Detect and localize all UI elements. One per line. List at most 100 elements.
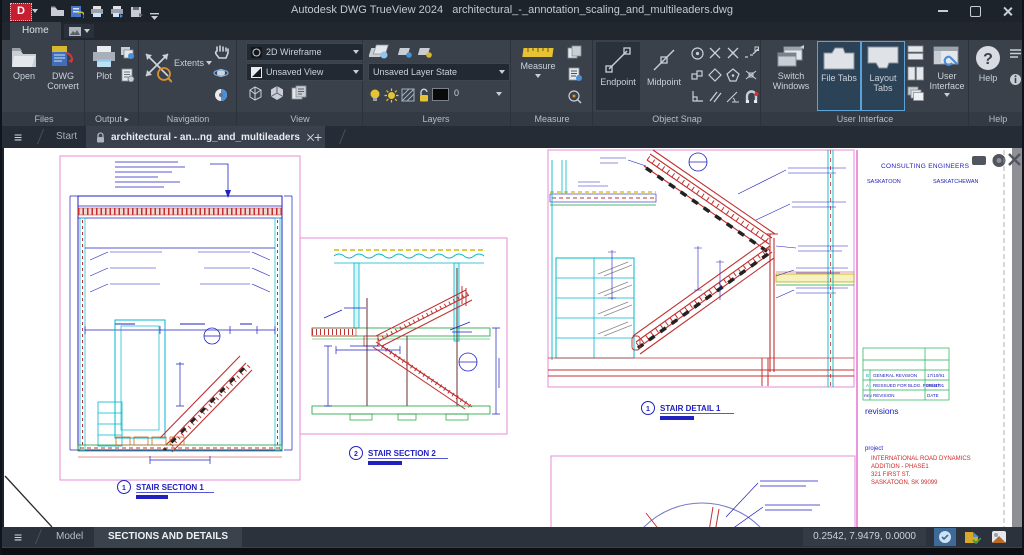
- info-icon[interactable]: [1006, 70, 1024, 88]
- svg-text:ADDITION - PHASE1: ADDITION - PHASE1: [871, 464, 929, 470]
- svg-text:2: 2: [354, 451, 358, 458]
- new-tab-button[interactable]: +: [314, 126, 322, 148]
- layer-properties-icon[interactable]: [368, 42, 390, 60]
- layout-tabs-button[interactable]: Layout Tabs: [862, 42, 904, 110]
- close-button[interactable]: [992, 0, 1022, 22]
- tab-layout-active[interactable]: SECTIONS AND DETAILS: [94, 527, 242, 547]
- panel-label-navigation: Navigation: [140, 113, 236, 126]
- panel-label-user-interface: User Interface: [762, 113, 968, 126]
- snap-endpoint-button[interactable]: Endpoint: [596, 42, 640, 110]
- svg-text:1: 1: [122, 485, 126, 492]
- snap-extension-icon[interactable]: [742, 44, 760, 62]
- file-tab-bar: ≡ Start architectural - an...ng_and_mult…: [2, 126, 1022, 148]
- project-label: project: [865, 446, 883, 452]
- help-button[interactable]: ? Help: [972, 42, 1004, 110]
- orbit-icon[interactable]: [212, 64, 230, 82]
- layer-state-select[interactable]: Unsaved Layer State: [368, 63, 510, 81]
- batch-plot-icon[interactable]: [118, 44, 136, 62]
- user-interface-button[interactable]: User Interface: [926, 42, 968, 110]
- snap-center-icon[interactable]: [688, 44, 706, 62]
- snap-insertion-icon[interactable]: [688, 66, 706, 84]
- endpoint-icon: [603, 45, 633, 75]
- snap-apparent-icon[interactable]: [724, 88, 742, 106]
- panel-navigation: Extents Navigation: [140, 40, 237, 126]
- snap-nearest-icon[interactable]: [742, 66, 760, 84]
- tab-model[interactable]: Model: [48, 527, 91, 547]
- tile-horizontally-icon[interactable]: [906, 43, 924, 61]
- list-measure-icon[interactable]: [566, 65, 584, 83]
- panel-label-files: Files: [4, 113, 84, 126]
- annotation-scale-icon[interactable]: [960, 528, 984, 546]
- layer-thaw-sun-icon[interactable]: [382, 86, 400, 104]
- drawing-canvas[interactable]: .pk{stroke:#e896d8;fill:none;stroke-widt…: [4, 148, 1024, 527]
- annotation-monitor-icon[interactable]: [934, 528, 956, 546]
- view-cube-icon[interactable]: [246, 84, 264, 102]
- tile-vertically-icon[interactable]: [906, 64, 924, 82]
- snap-parallel-icon[interactable]: [706, 88, 724, 106]
- snap-magnet-icon[interactable]: [742, 88, 760, 106]
- pan-icon[interactable]: [212, 42, 230, 60]
- area-measure-icon[interactable]: [566, 87, 584, 105]
- sheet-set-icon[interactable]: [290, 84, 308, 102]
- open-folder-icon: [10, 45, 38, 69]
- plot-button[interactable]: Plot: [88, 42, 120, 110]
- measure-label: Measure: [520, 61, 555, 71]
- workspace-dropdown[interactable]: [64, 24, 94, 38]
- snap-midpoint-button[interactable]: Midpoint: [642, 42, 686, 110]
- dwg-convert-button[interactable]: DWG Convert: [44, 42, 82, 110]
- tab-active-document[interactable]: architectural - an...ng_and_multileaders: [86, 126, 325, 148]
- status-menu-icon[interactable]: ≡: [14, 529, 22, 545]
- window-bottom-edge: [2, 547, 1022, 555]
- visual-style-icon: [251, 47, 262, 58]
- coordinates-readout: 0.2542, 7.9479, 0.0000: [803, 528, 926, 546]
- snap-quadrant-icon[interactable]: [706, 66, 724, 84]
- switch-windows-button[interactable]: Switch Windows: [768, 42, 814, 110]
- tab-home[interactable]: Home: [10, 22, 61, 40]
- svg-text:B: B: [866, 373, 869, 378]
- svg-text:STAIR SECTION 2: STAIR SECTION 2: [368, 449, 436, 458]
- file-tabs-button[interactable]: File Tabs: [818, 42, 860, 110]
- snap-perpendicular-icon[interactable]: [688, 88, 706, 106]
- open-label: Open: [13, 71, 35, 81]
- file-tab-menu-icon[interactable]: ≡: [14, 129, 22, 145]
- help-icon: ?: [975, 45, 1001, 71]
- svg-text:DATE: DATE: [927, 393, 939, 398]
- help-list-icon[interactable]: [1006, 44, 1024, 62]
- export-pdf-icon[interactable]: [118, 66, 136, 84]
- snap-node-icon[interactable]: [706, 44, 724, 62]
- layer-color-swatch[interactable]: [432, 88, 449, 101]
- image-icon: [69, 27, 81, 36]
- viewport-minimize-icon: [972, 156, 986, 165]
- zoom-extents-icon[interactable]: [142, 50, 172, 89]
- steering-wheel-icon[interactable]: [212, 86, 230, 104]
- zoom-extents-dropdown[interactable]: Extents: [174, 58, 212, 68]
- tab-start[interactable]: Start: [46, 126, 87, 148]
- layer-isolate-icon[interactable]: [416, 43, 434, 61]
- named-view-select[interactable]: Unsaved View: [246, 63, 364, 81]
- layer-select-caret-icon[interactable]: [496, 92, 502, 96]
- isolate-objects-icon[interactable]: [988, 528, 1010, 546]
- switch-windows-label: Switch Windows: [769, 71, 813, 92]
- panel-object-snap: Endpoint Midpoint: [594, 40, 761, 126]
- panel-label-output: Output ▸: [86, 113, 138, 126]
- measure-button[interactable]: Measure: [516, 42, 560, 110]
- panel-output: Plot Output ▸: [86, 40, 139, 126]
- snap-geometric-center-icon[interactable]: [724, 66, 742, 84]
- panel-help: ? Help Help: [970, 40, 1024, 126]
- layer-unlock-icon[interactable]: [415, 86, 433, 104]
- current-layer-name: 0: [454, 88, 459, 98]
- visual-style-select[interactable]: 2D Wireframe: [246, 43, 364, 61]
- dwg-convert-label: DWG Convert: [44, 71, 82, 92]
- layer-state-value: Unsaved Layer State: [373, 67, 457, 77]
- layer-state-icon[interactable]: [396, 43, 414, 61]
- maximize-button[interactable]: [960, 0, 990, 22]
- cascade-icon[interactable]: [906, 85, 924, 103]
- minimize-button[interactable]: [928, 0, 958, 22]
- snap-intersection-icon[interactable]: [724, 44, 742, 62]
- layout-tabs-icon: [866, 45, 900, 71]
- open-button[interactable]: Open: [6, 42, 42, 110]
- quick-measure-icon[interactable]: [566, 43, 584, 61]
- svg-text:?: ?: [983, 51, 993, 68]
- panel-files: Open DWG Convert Files: [4, 40, 85, 126]
- isometric-view-icon[interactable]: [268, 84, 286, 102]
